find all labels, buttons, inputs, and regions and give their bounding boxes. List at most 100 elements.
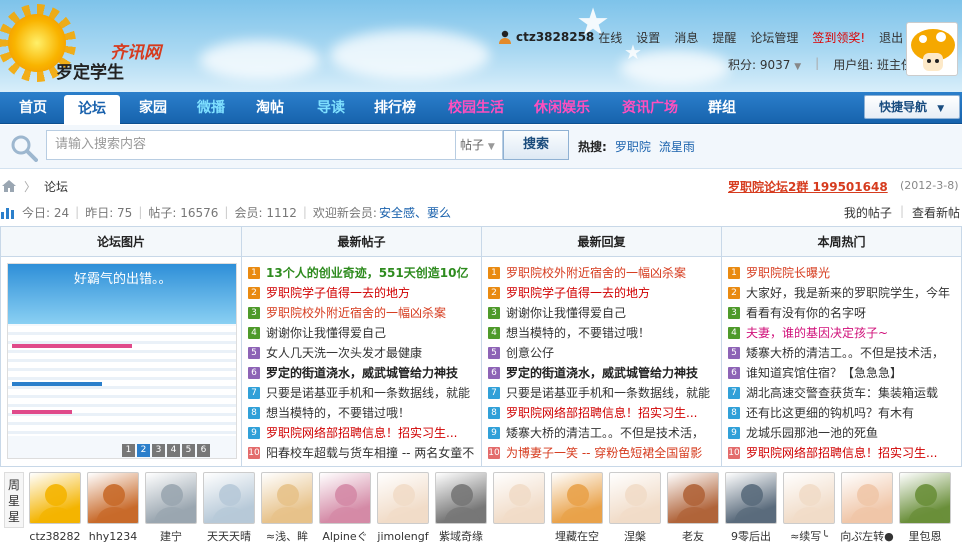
star-user-name[interactable]: 天天天晴 xyxy=(202,530,256,544)
weekly-hot-item[interactable]: 1 罗职院院长曝光 xyxy=(722,263,961,283)
thread-title-link[interactable]: 罗定的街道浇水，威武城管给力神技 xyxy=(266,363,458,383)
star-user[interactable]: 天天天晴 xyxy=(202,472,256,544)
nav-campus-life[interactable]: 校园生活 xyxy=(436,92,516,124)
latest-post-item[interactable]: 1 13个人的创业奇迹，551天创造10亿 xyxy=(242,263,481,283)
thread-title-link[interactable]: 罗职院网络部招聘信息！招实习生... xyxy=(266,423,457,443)
latest-reply-item[interactable]: 4 想当模特的，不要错过哦！ xyxy=(482,323,721,343)
nav-home-space[interactable]: 家园 xyxy=(124,92,182,124)
thread-title-link[interactable]: 为博妻子一笑 -- 穿粉色短裙全国留影 xyxy=(506,443,702,463)
thread-title-link[interactable]: 想当模特的，不要错过哦！ xyxy=(266,403,410,423)
search-button[interactable]: 搜索 xyxy=(503,130,569,160)
forum-picture-slide[interactable]: 好霸气的出错。。 1 2 3 4 5 6 xyxy=(7,263,237,459)
star-user[interactable]: 埋藏在空 xyxy=(550,472,604,544)
avatar[interactable] xyxy=(667,472,719,524)
avatar[interactable] xyxy=(87,472,139,524)
star-user-name[interactable]: hhy1234 xyxy=(86,530,140,544)
latest-reply-item[interactable]: 6 罗定的街道浇水，威武城管给力神技 xyxy=(482,363,721,383)
nav-weibo[interactable]: 微播 xyxy=(186,92,236,124)
thread-title-link[interactable]: 罗职院校外附近宿舍的一幅凶杀案 xyxy=(506,263,686,283)
star-user-name[interactable]: jimolengf xyxy=(376,530,430,544)
logout-link[interactable]: 退出 xyxy=(879,29,903,46)
thread-title-link[interactable]: 还有比这更细的钩机吗？有木有 xyxy=(746,403,914,423)
star-user[interactable]: 紫域奇缘 xyxy=(434,472,488,544)
nav-taotie[interactable]: 淘帖 xyxy=(240,92,300,124)
latest-post-item[interactable]: 5 女人几天洗一次头发才最健康 xyxy=(242,343,481,363)
hot-search-link[interactable]: 流星雨 xyxy=(659,138,695,155)
thread-title-link[interactable]: 夫妻，谁的基因决定孩子~ xyxy=(746,323,888,343)
avatar[interactable] xyxy=(725,472,777,524)
my-posts-link[interactable]: 我的帖子 xyxy=(844,204,892,221)
user-avatar[interactable] xyxy=(906,22,958,76)
star-user[interactable]: hhy1234 xyxy=(86,472,140,544)
star-user[interactable]: ctz38282 xyxy=(28,472,82,544)
avatar[interactable] xyxy=(841,472,893,524)
avatar[interactable] xyxy=(435,472,487,524)
thread-title-link[interactable]: 阳春校车超载与货车相撞 -- 两名女童不 xyxy=(266,443,474,463)
notifications-link[interactable]: 提醒 xyxy=(712,29,736,46)
star-user-name[interactable]: 向ぷ左转● xyxy=(840,530,894,544)
forum-admin-link[interactable]: 论坛管理 xyxy=(750,29,798,46)
star-user[interactable]: 老友 xyxy=(666,472,720,544)
thread-title-link[interactable]: 罗职院网络部招聘信息！招实习生... xyxy=(746,443,937,463)
new-member-link[interactable]: 安全感、要么 xyxy=(379,204,451,221)
avatar[interactable] xyxy=(145,472,197,524)
thread-title-link[interactable]: 矮寨大桥的清洁工。。不但是技术活， xyxy=(506,423,704,443)
star-user[interactable]: 9零后出 xyxy=(724,472,778,544)
weekly-hot-item[interactable]: 4 夫妻，谁的基因决定孩子~ xyxy=(722,323,961,343)
thread-title-link[interactable]: 罗职院学子值得一去的地方 xyxy=(506,283,650,303)
weekly-hot-item[interactable]: 6 谁知道宾馆住宿？【急急急】 xyxy=(722,363,961,383)
search-type-select[interactable]: 帖子 ▼ xyxy=(455,130,503,160)
slide-page-button[interactable]: 3 xyxy=(152,444,165,457)
latest-reply-item[interactable]: 3 谢谢你让我懂得爱自己 xyxy=(482,303,721,323)
star-user-name[interactable]: 涅槃 xyxy=(608,530,662,544)
star-user-name[interactable]: 老友 xyxy=(666,530,720,544)
thread-title-link[interactable]: 女人几天洗一次头发才最健康 xyxy=(266,343,422,363)
thread-title-link[interactable]: 矮寨大桥的清洁工。。不但是技术活， xyxy=(746,343,944,363)
usergroup-label[interactable]: 用户组: 班主任 xyxy=(833,56,913,73)
slide-page-button[interactable]: 2 xyxy=(137,444,150,457)
home-icon[interactable] xyxy=(2,180,16,192)
avatar[interactable] xyxy=(609,472,661,524)
weekly-hot-item[interactable]: 7 湖北高速交警查获货车：集装箱运载 xyxy=(722,383,961,403)
announcement-link[interactable]: 罗职院论坛2群 199501648 xyxy=(728,178,888,195)
thread-title-link[interactable]: 谢谢你让我懂得爱自己 xyxy=(506,303,626,323)
settings-link[interactable]: 设置 xyxy=(636,29,660,46)
avatar[interactable] xyxy=(319,472,371,524)
thread-title-link[interactable]: 龙城乐园那池一池的死鱼 xyxy=(746,423,878,443)
thread-title-link[interactable]: 创意公仔 xyxy=(506,343,554,363)
thread-title-link[interactable]: 罗定的街道浇水，威武城管给力神技 xyxy=(506,363,698,383)
weekly-hot-item[interactable]: 2 大家好，我是新来的罗职院学生，今年 xyxy=(722,283,961,303)
weekly-hot-item[interactable]: 9 龙城乐园那池一池的死鱼 xyxy=(722,423,961,443)
star-user[interactable]: ≈浅、眸 xyxy=(260,472,314,544)
thread-title-link[interactable]: 大家好，我是新来的罗职院学生，今年 xyxy=(746,283,950,303)
nav-news-square[interactable]: 资讯广场 xyxy=(608,92,692,124)
nav-forum[interactable]: 论坛 xyxy=(64,95,120,124)
hot-search-link[interactable]: 罗职院 xyxy=(615,138,651,155)
latest-post-item[interactable]: 2 罗职院学子值得一去的地方 xyxy=(242,283,481,303)
star-user[interactable] xyxy=(492,472,546,530)
star-user[interactable]: 建宁 xyxy=(144,472,198,544)
latest-post-item[interactable]: 6 罗定的街道浇水，威武城管给力神技 xyxy=(242,363,481,383)
avatar[interactable] xyxy=(203,472,255,524)
points-menu[interactable]: 积分: 9037 ▼ xyxy=(728,56,801,73)
latest-reply-item[interactable]: 1 罗职院校外附近宿舍的一幅凶杀案 xyxy=(482,263,721,283)
thread-title-link[interactable]: 罗职院院长曝光 xyxy=(746,263,830,283)
star-user[interactable]: 里包恩 xyxy=(898,472,952,544)
latest-post-item[interactable]: 3 罗职院校外附近宿舍的一幅凶杀案 xyxy=(242,303,481,323)
star-user[interactable]: 涅槃 xyxy=(608,472,662,544)
thread-title-link[interactable]: 看看有没有你的名字呀 xyxy=(746,303,866,323)
star-user-name[interactable]: 9零后出 xyxy=(724,530,778,544)
latest-reply-item[interactable]: 2 罗职院学子值得一去的地方 xyxy=(482,283,721,303)
avatar[interactable] xyxy=(783,472,835,524)
star-user-name[interactable]: 紫域奇缘 xyxy=(434,530,488,544)
search-input[interactable]: 请输入搜索内容 xyxy=(46,130,456,160)
avatar[interactable] xyxy=(493,472,545,524)
avatar[interactable] xyxy=(29,472,81,524)
quick-nav-button[interactable]: 快捷导航 ▼ xyxy=(864,95,960,119)
username-link[interactable]: ctz3828258 xyxy=(516,30,594,44)
slide-page-button[interactable]: 5 xyxy=(182,444,195,457)
star-user-name[interactable]: ≈续写╰ xyxy=(782,530,836,544)
latest-post-item[interactable]: 4 谢谢你让我懂得爱自己 xyxy=(242,323,481,343)
latest-post-item[interactable]: 8 想当模特的，不要错过哦！ xyxy=(242,403,481,423)
latest-post-item[interactable]: 10 阳春校车超载与货车相撞 -- 两名女童不 xyxy=(242,443,481,463)
